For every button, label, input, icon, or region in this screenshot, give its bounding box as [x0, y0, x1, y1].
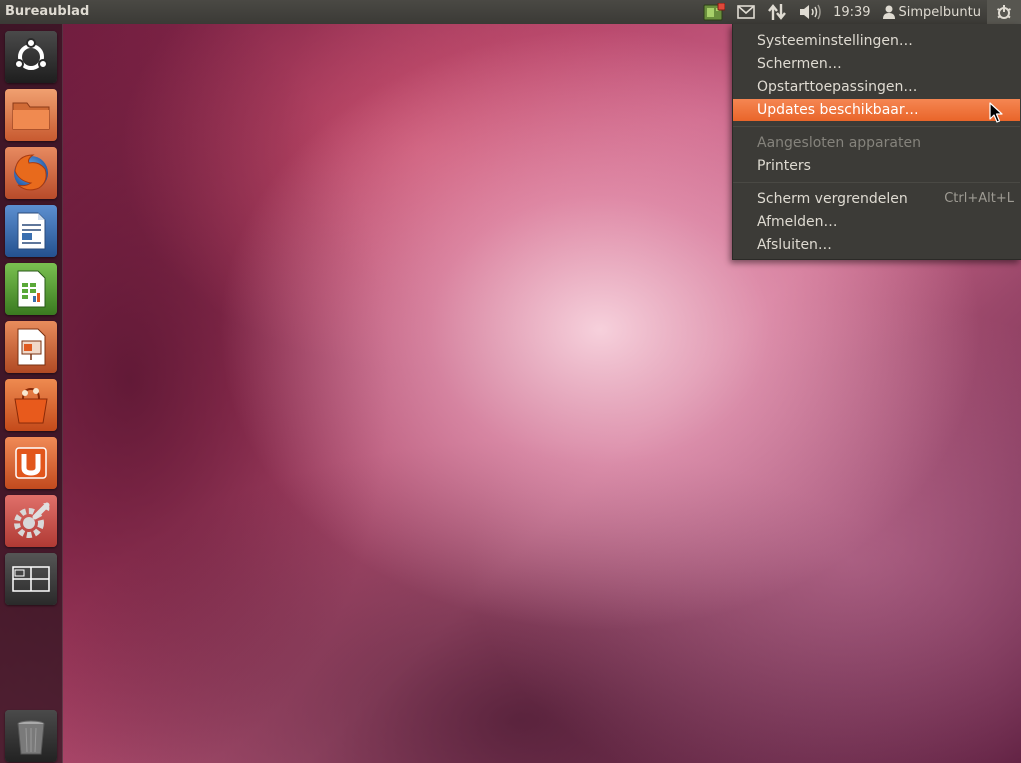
- menu-item-label: Opstarttoepassingen…: [757, 79, 918, 95]
- messaging-indicator[interactable]: [731, 0, 761, 24]
- menu-item-label: Systeeminstellingen…: [757, 33, 913, 49]
- menu-item-label: Printers: [757, 158, 811, 174]
- update-notifier-indicator[interactable]: [697, 0, 731, 24]
- menu-item-label: Afmelden…: [757, 214, 838, 230]
- menu-item-lock-screen[interactable]: Scherm vergrendelen Ctrl+Alt+L: [733, 188, 1020, 210]
- launcher-trash[interactable]: [5, 710, 57, 762]
- firefox-icon: [5, 147, 57, 199]
- launcher-libreoffice-calc[interactable]: [5, 263, 57, 315]
- menu-item-label: Aangesloten apparaten: [757, 135, 921, 151]
- dash-button[interactable]: [5, 31, 57, 83]
- speaker-icon: [799, 4, 821, 20]
- menu-item-accelerator: Ctrl+Alt+L: [944, 191, 1014, 206]
- launcher-libreoffice-impress[interactable]: [5, 321, 57, 373]
- user-name: Simpelbuntu: [898, 4, 981, 20]
- menu-item-label: Scherm vergrendelen: [757, 191, 908, 207]
- clock-indicator[interactable]: 19:39: [827, 0, 876, 24]
- top-panel: Bureaublad 19:39 Simpelbuntu: [0, 0, 1021, 24]
- power-gear-icon: [995, 3, 1013, 21]
- system-settings-icon: [5, 495, 57, 547]
- home-folder-icon: [5, 89, 57, 141]
- user-indicator[interactable]: Simpelbuntu: [877, 0, 987, 24]
- libreoffice-impress-icon: [5, 321, 57, 373]
- menu-item-printers[interactable]: Printers: [733, 155, 1020, 177]
- software-center-icon: [5, 379, 57, 431]
- launcher: [0, 24, 63, 763]
- launcher-libreoffice-writer[interactable]: [5, 205, 57, 257]
- launcher-software-center[interactable]: [5, 379, 57, 431]
- indicator-area: 19:39 Simpelbuntu: [697, 0, 1021, 24]
- menu-item-startup-applications[interactable]: Opstarttoepassingen…: [733, 76, 1020, 98]
- mouse-cursor-icon: [989, 102, 1003, 128]
- ubuntu-logo-icon: [5, 31, 57, 83]
- libreoffice-calc-icon: [5, 263, 57, 315]
- session-menu: Systeeminstellingen… Schermen… Opstartto…: [732, 24, 1021, 260]
- menu-item-label: Schermen…: [757, 56, 842, 72]
- menu-separator: [733, 182, 1020, 183]
- menu-item-displays[interactable]: Schermen…: [733, 53, 1020, 75]
- menu-item-label: Afsluiten…: [757, 237, 832, 253]
- envelope-icon: [737, 5, 755, 19]
- network-indicator[interactable]: [761, 0, 793, 24]
- trash-icon: [5, 710, 57, 762]
- ubuntu-one-icon: [5, 437, 57, 489]
- clock-text: 19:39: [833, 4, 871, 20]
- launcher-system-settings[interactable]: [5, 495, 57, 547]
- menu-item-shut-down[interactable]: Afsluiten…: [733, 234, 1020, 256]
- menu-item-updates-available[interactable]: Updates beschikbaar…: [733, 99, 1020, 121]
- menu-separator: [733, 126, 1020, 127]
- panel-title: Bureaublad: [5, 4, 90, 19]
- libreoffice-writer-icon: [5, 205, 57, 257]
- user-icon: [882, 5, 895, 19]
- session-menu-button[interactable]: [987, 0, 1021, 24]
- menu-item-system-settings[interactable]: Systeeminstellingen…: [733, 30, 1020, 52]
- workspace-switcher-icon: [5, 553, 57, 605]
- menu-item-attached-devices: Aangesloten apparaten: [733, 132, 1020, 154]
- launcher-firefox[interactable]: [5, 147, 57, 199]
- menu-item-log-out[interactable]: Afmelden…: [733, 211, 1020, 233]
- sound-indicator[interactable]: [793, 0, 827, 24]
- launcher-ubuntu-one[interactable]: [5, 437, 57, 489]
- update-notifier-icon: [703, 3, 726, 21]
- menu-item-label: Updates beschikbaar…: [757, 102, 919, 118]
- launcher-home-folder[interactable]: [5, 89, 57, 141]
- launcher-workspace-switcher[interactable]: [5, 553, 57, 605]
- network-arrows-icon: [767, 3, 787, 21]
